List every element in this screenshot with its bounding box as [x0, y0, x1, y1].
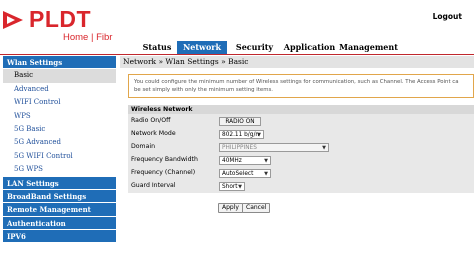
logout-link[interactable]: Logout — [433, 12, 462, 21]
breadcrumb: Network » Wlan Settings » Basic — [120, 56, 474, 68]
sidebar-item-wlan-settings[interactable]: Wlan Settings — [3, 56, 116, 70]
chevron-down-icon: ▼ — [238, 184, 242, 190]
sidebar-item-basic[interactable]: Basic — [3, 69, 116, 83]
guard-interval-select[interactable]: Short ▼ — [219, 182, 245, 191]
sidebar-item-wps[interactable]: WPS — [3, 109, 116, 123]
sidebar-item-5g-basic[interactable]: 5G Basic — [3, 122, 116, 137]
chevron-down-icon: ▼ — [264, 171, 268, 177]
sidebar-item-authentication[interactable]: Authentication — [3, 216, 116, 231]
pldt-logo: PLDT Home | Fibr — [3, 8, 112, 43]
sidebar-item-5g-wifi-control[interactable]: 5G WIFI Control — [3, 149, 116, 164]
field-label: Guard Interval — [131, 182, 176, 189]
field-label: Frequency (Channel) — [131, 169, 196, 176]
tab-spacer — [117, 41, 137, 54]
info-text-line-2: be set simply with only the minimum sett… — [134, 87, 274, 93]
bandwidth-select[interactable]: 40MHz ▼ — [219, 156, 271, 165]
sidebar-item-ipv6[interactable]: IPV6 — [3, 230, 116, 244]
wireless-network-panel: Wireless Network Radio On/Off RADIO ON N… — [128, 105, 474, 253]
field-guard-interval: Guard Interval Short ▼ — [128, 180, 474, 192]
cancel-button[interactable]: Cancel — [242, 203, 271, 213]
tab-network[interactable]: Network — [177, 41, 227, 54]
select-value: Short — [222, 184, 238, 190]
brand-tagline: Home | Fibr — [63, 32, 113, 43]
chevron-down-icon: ▼ — [322, 145, 326, 151]
field-channel: Frequency (Channel) AutoSelect ▼ — [128, 167, 474, 179]
sidebar-item-5g-advanced[interactable]: 5G Advanced — [3, 136, 116, 150]
chevron-down-icon: ▼ — [264, 158, 268, 164]
header-divider — [0, 54, 474, 55]
select-value: 802.11 b/g/n — [222, 132, 260, 138]
top-nav: Status Network Security Application Mana… — [117, 41, 474, 54]
form-footer — [128, 193, 474, 253]
domain-select: PHILIPPINES ▼ — [219, 143, 329, 152]
radio-toggle-button[interactable]: RADIO ON — [219, 117, 261, 126]
apply-button[interactable]: Apply — [218, 203, 243, 213]
sidebar-item-broadband-settings[interactable]: BroadBand Settings — [3, 189, 116, 204]
chevron-down-icon: ▼ — [257, 132, 261, 138]
field-radio: Radio On/Off RADIO ON — [128, 115, 474, 127]
field-network-mode: Network Mode 802.11 b/g/n ▼ — [128, 128, 474, 140]
tab-application[interactable]: Application — [282, 41, 337, 54]
sidebar-item-advanced[interactable]: Advanced — [3, 82, 116, 97]
select-value: PHILIPPINES — [222, 145, 257, 151]
network-mode-select[interactable]: 802.11 b/g/n ▼ — [219, 130, 264, 139]
select-value: AutoSelect — [222, 171, 254, 177]
sidebar: Wlan Settings Basic Advanced WIFI Contro… — [3, 56, 116, 244]
sidebar-item-lan-settings[interactable]: LAN Settings — [3, 176, 116, 190]
select-value: 40MHz — [222, 158, 242, 164]
main-content: Network » Wlan Settings » Basic You coul… — [120, 56, 474, 253]
field-label: Radio On/Off — [131, 117, 171, 124]
field-label: Network Mode — [131, 130, 176, 137]
info-box: You could configure the minimum number o… — [128, 74, 474, 98]
tab-security[interactable]: Security — [227, 41, 282, 54]
pldt-triangle-icon — [3, 11, 23, 29]
panel-title: Wireless Network — [128, 105, 474, 114]
field-bandwidth: Frequency Bandwidth 40MHz ▼ — [128, 154, 474, 166]
tab-status[interactable]: Status — [137, 41, 177, 54]
tab-management[interactable]: Management — [337, 41, 400, 54]
field-domain: Domain PHILIPPINES ▼ — [128, 141, 474, 153]
field-label: Domain — [131, 143, 156, 150]
sidebar-item-wifi-control[interactable]: WIFI Control — [3, 96, 116, 110]
sidebar-item-5g-wps[interactable]: 5G WPS — [3, 163, 116, 177]
brand-name: PLDT — [29, 6, 92, 32]
channel-select[interactable]: AutoSelect ▼ — [219, 169, 271, 178]
field-label: Frequency Bandwidth — [131, 156, 198, 163]
sidebar-item-remote-management[interactable]: Remote Management — [3, 203, 116, 217]
info-text-line-1: You could configure the minimum number o… — [134, 79, 459, 85]
